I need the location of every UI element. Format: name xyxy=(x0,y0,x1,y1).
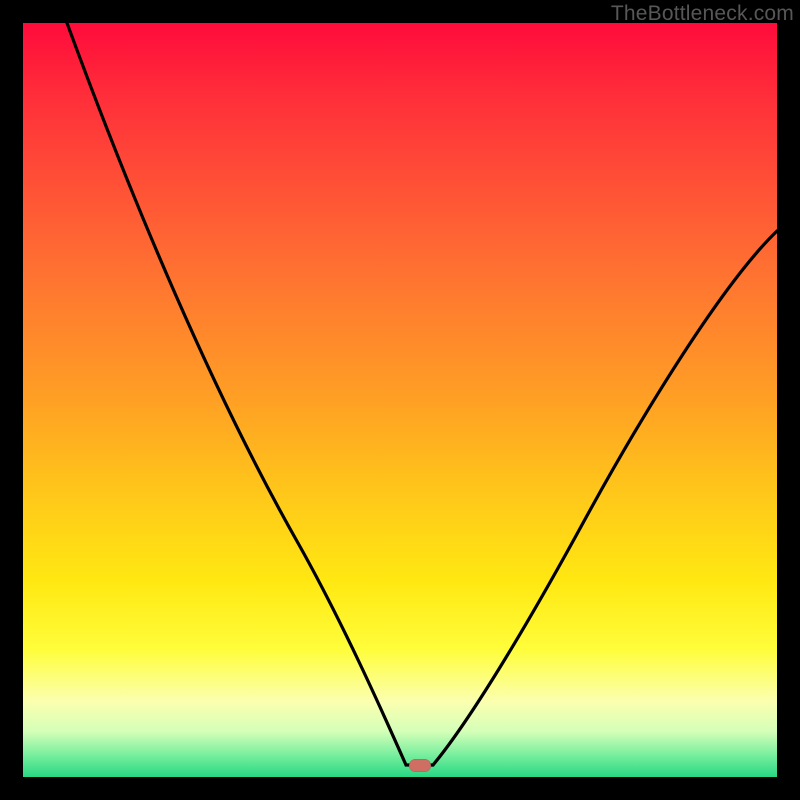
plot-area xyxy=(23,23,777,777)
watermark-text: TheBottleneck.com xyxy=(611,2,794,26)
chart-frame: TheBottleneck.com xyxy=(0,0,800,800)
bottleneck-curve xyxy=(23,23,777,777)
optimal-marker xyxy=(409,759,431,772)
